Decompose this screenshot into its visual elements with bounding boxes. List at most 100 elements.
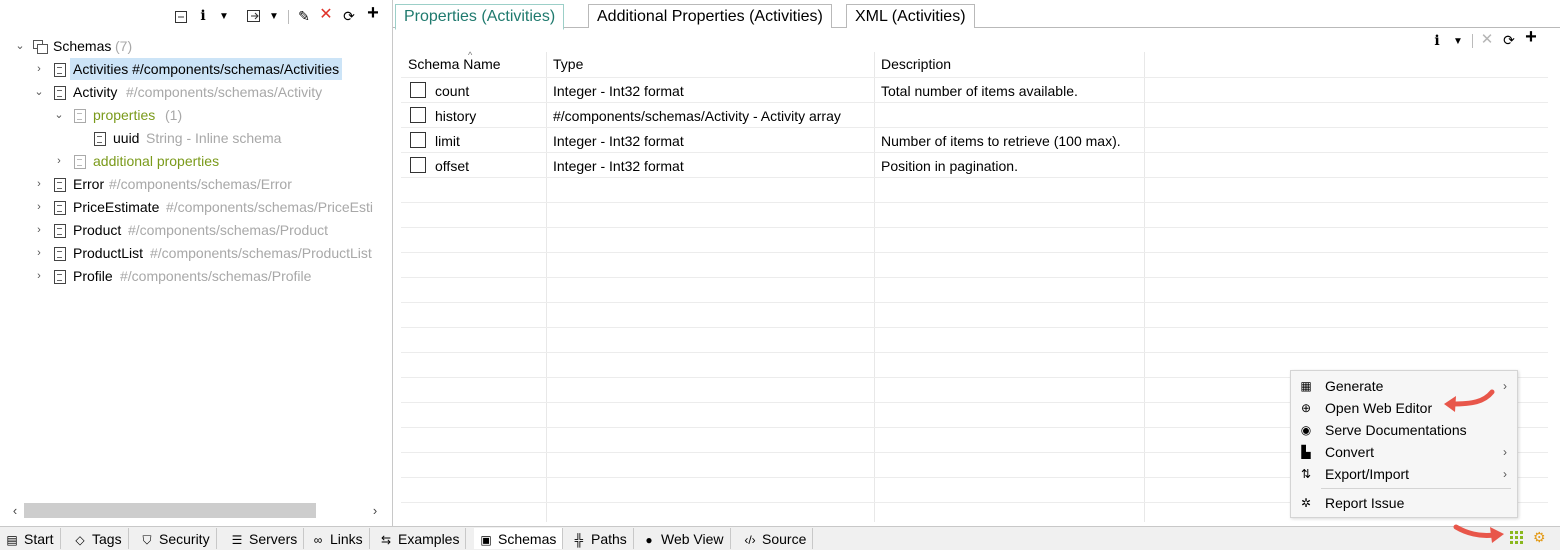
chevron-right-icon[interactable]: ›	[33, 196, 45, 218]
tree-item-product[interactable]: › Product #/components/schemas/Product	[0, 219, 392, 241]
schema-doc-icon	[54, 63, 66, 77]
table-cell-name: history	[435, 108, 477, 124]
scroll-right-icon[interactable]: ›	[368, 502, 382, 519]
chevron-down-icon[interactable]: ⌄	[33, 81, 45, 103]
scroll-left-icon[interactable]: ‹	[8, 502, 22, 519]
refresh-icon[interactable]: ⟳	[342, 8, 356, 24]
tree-item-name: properties	[93, 107, 156, 123]
row-line	[401, 127, 1548, 128]
row-line	[401, 152, 1548, 153]
chevron-right-icon[interactable]: ›	[53, 150, 65, 172]
table-cell-type: Integer - Int32 format	[553, 83, 684, 99]
tab-xml[interactable]: XML (Activities)	[846, 4, 975, 28]
dropdown-icon[interactable]: ▼	[1452, 34, 1464, 50]
tree-item-activities[interactable]: › Activities #/components/schemas/Activi…	[0, 58, 392, 80]
bottom-tab-label: Schemas	[498, 531, 557, 547]
menu-item-label: Export/Import	[1325, 466, 1410, 482]
row-line	[401, 277, 1548, 278]
menu-item-export-import[interactable]: ⇅ Export/Import ›	[1291, 463, 1517, 485]
scrollbar-thumb[interactable]	[24, 503, 316, 518]
chevron-right-icon[interactable]: ›	[33, 219, 45, 241]
menu-item-report-issue[interactable]: ✲ Report Issue	[1291, 492, 1517, 514]
chevron-down-icon[interactable]: ⌄	[14, 35, 26, 57]
tree-item-productlist[interactable]: › ProductList #/components/schemas/Produ…	[0, 242, 392, 264]
bottom-tab-schemas[interactable]: ▣ Schemas	[474, 528, 564, 549]
settings-gear-icon[interactable]: ⚙	[1533, 529, 1549, 545]
row-checkbox[interactable]	[410, 157, 426, 173]
tree-item-name: Product	[73, 222, 122, 238]
add-icon[interactable]: +	[365, 3, 381, 23]
bottom-tab-examples[interactable]: ⇆ Examples	[374, 528, 467, 549]
tree-item-error[interactable]: › Error #/components/schemas/Error	[0, 173, 392, 195]
column-header-type[interactable]: Type	[553, 56, 583, 72]
tab-additional-properties[interactable]: Additional Properties (Activities)	[588, 4, 832, 28]
export-icon[interactable]	[247, 9, 261, 26]
bottom-tab-tags[interactable]: ◇ Tags	[68, 528, 129, 549]
add-icon[interactable]: +	[1523, 27, 1539, 47]
chevron-right-icon[interactable]: ›	[33, 242, 45, 264]
delete-icon[interactable]: ✕	[1480, 32, 1494, 48]
bottom-tab-web-view[interactable]: ● Web View	[637, 528, 731, 549]
table-cell-type: #/components/schemas/Activity - Activity…	[553, 108, 841, 124]
tree-item-path: #/components/schemas/Error	[109, 176, 292, 192]
bottom-tab-start[interactable]: ▤ Start	[0, 528, 61, 549]
edit-icon[interactable]: ✎	[297, 8, 311, 24]
bottom-tab-security[interactable]: ⛉ Security	[135, 528, 217, 549]
chevron-down-icon[interactable]: ⌄	[53, 104, 65, 126]
properties-doc-icon	[74, 109, 86, 123]
tree-label: Schemas	[53, 38, 112, 54]
schema-doc-icon	[54, 201, 66, 215]
menu-item-label: Serve Documentations	[1325, 422, 1467, 438]
chevron-right-icon[interactable]: ›	[33, 265, 45, 287]
link-icon: ∞	[313, 533, 323, 547]
chevron-right-icon[interactable]: ›	[33, 173, 45, 195]
info-icon[interactable]: i	[198, 8, 208, 24]
tree-item-path: #/components/schemas/Product	[128, 222, 328, 238]
refresh-icon[interactable]: ⟳	[1502, 32, 1516, 48]
schema-doc-icon	[94, 132, 106, 146]
horizontal-scrollbar[interactable]: ‹ ›	[8, 502, 384, 519]
bottom-tab-label: Source	[762, 531, 807, 547]
row-line	[401, 202, 1548, 203]
row-checkbox[interactable]	[410, 82, 426, 98]
bottom-tab-servers[interactable]: ☰ Servers	[225, 528, 305, 549]
bottom-tab-label: Web View	[661, 531, 724, 547]
column-header-description[interactable]: Description	[881, 56, 951, 72]
tree-item-additional-properties[interactable]: › additional properties	[0, 150, 392, 172]
table-cell-type: Integer - Int32 format	[553, 158, 684, 174]
tree-item-path: #/components/schemas/Activity	[126, 84, 323, 100]
bottom-tab-paths[interactable]: ╬ Paths	[567, 528, 634, 549]
tree-item-properties[interactable]: ⌄ properties (1)	[0, 104, 392, 126]
bottom-tab-source[interactable]: ‹/› Source	[738, 528, 814, 549]
tree-item-name: ProductList	[73, 245, 144, 261]
dropdown-icon[interactable]: ▼	[268, 9, 280, 25]
examples-icon: ⇆	[380, 533, 392, 547]
row-checkbox[interactable]	[410, 132, 426, 148]
tree-item-priceestimate[interactable]: › PriceEstimate #/components/schemas/Pri…	[0, 196, 392, 218]
collapse-all-icon[interactable]	[174, 10, 188, 26]
dropdown-icon[interactable]: ▼	[218, 9, 230, 25]
menu-item-convert[interactable]: ▙ Convert ›	[1291, 441, 1517, 463]
tree-item-path: #/components/schemas/Profile	[120, 268, 312, 284]
menu-separator	[1321, 488, 1511, 489]
info-icon[interactable]: i	[1432, 33, 1442, 49]
apps-grid-icon[interactable]	[1510, 531, 1524, 545]
tree-item-profile[interactable]: › Profile #/components/schemas/Profile	[0, 265, 392, 287]
tree-item-name: Profile	[73, 268, 113, 284]
table-cell-description: Position in pagination.	[881, 158, 1018, 174]
column-header-schema-name[interactable]: Schema Name	[408, 56, 501, 72]
delete-icon[interactable]: ✕	[319, 7, 333, 23]
tree-item-activity[interactable]: ⌄ Activity #/components/schemas/Activity	[0, 81, 392, 103]
tree-root-schemas[interactable]: ⌄ Schemas (7)	[0, 35, 392, 57]
tree-item-label-selected: Activities #/components/schemas/Activiti…	[70, 58, 343, 80]
convert-icon: ▙	[1301, 445, 1311, 459]
sort-indicator-icon: ^	[468, 50, 473, 60]
menu-item-serve-documentations[interactable]: ◉ Serve Documentations	[1291, 419, 1517, 441]
tree-item-uuid[interactable]: uuid String - Inline schema	[0, 127, 392, 149]
row-line	[401, 102, 1548, 103]
schemas-folder-icon	[33, 38, 48, 60]
row-checkbox[interactable]	[410, 107, 426, 123]
bottom-tab-links[interactable]: ∞ Links	[306, 528, 370, 549]
chevron-right-icon[interactable]: ›	[33, 58, 45, 80]
tab-properties[interactable]: Properties (Activities)	[395, 4, 565, 30]
